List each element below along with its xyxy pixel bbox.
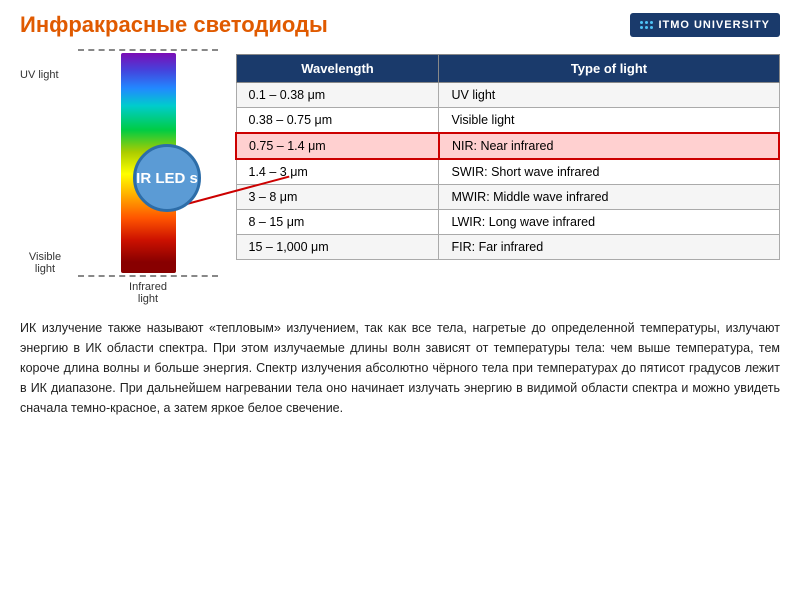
main-content: UV light Visiblelight Infraredlight IR L… <box>0 44 800 310</box>
wavelength-table: Wavelength Type of light 0.1 – 0.38 μmUV… <box>235 54 780 260</box>
infrared-label: Infraredlight <box>129 281 167 305</box>
table-header-type: Type of light <box>439 55 779 83</box>
cell-wavelength: 15 – 1,000 μm <box>236 235 439 260</box>
table-row: 8 – 15 μmLWIR: Long wave infrared <box>236 210 779 235</box>
table-section: Wavelength Type of light 0.1 – 0.38 μmUV… <box>235 49 780 305</box>
table-row: 1.4 – 3 μmSWIR: Short wave infrared <box>236 159 779 185</box>
page-title: Инфракрасные светодиоды <box>20 12 328 38</box>
cell-type: Visible light <box>439 108 779 134</box>
table-row: 0.38 – 0.75 μmVisible light <box>236 108 779 134</box>
ir-dashed-line <box>78 275 218 277</box>
body-paragraph: ИК излучение также называют «тепловым» и… <box>20 318 780 418</box>
itmo-logo: ITMO UNIVERSITY <box>630 13 780 37</box>
spectrum-labels: UV light Visiblelight <box>20 49 70 305</box>
uv-label: UV light <box>20 69 70 81</box>
cell-wavelength: 0.75 – 1.4 μm <box>236 133 439 159</box>
cell-wavelength: 3 – 8 μm <box>236 185 439 210</box>
spectrum-bar-container: Infraredlight IR LED s <box>78 49 218 305</box>
cell-wavelength: 8 – 15 μm <box>236 210 439 235</box>
cell-type: SWIR: Short wave infrared <box>439 159 779 185</box>
cell-type: UV light <box>439 83 779 108</box>
logo-dots-icon <box>640 21 653 29</box>
cell-type: NIR: Near infrared <box>439 133 779 159</box>
body-text: ИК излучение также называют «тепловым» и… <box>0 310 800 423</box>
spectrum-section: UV light Visiblelight Infraredlight IR L… <box>20 49 220 305</box>
cell-wavelength: 0.38 – 0.75 μm <box>236 108 439 134</box>
table-row: 3 – 8 μmMWIR: Middle wave infrared <box>236 185 779 210</box>
uv-dashed-line <box>78 49 218 51</box>
table-row: 0.1 – 0.38 μmUV light <box>236 83 779 108</box>
ir-led-label: IR LED s <box>136 170 198 187</box>
ir-led-bubble: IR LED s <box>133 144 201 212</box>
cell-type: MWIR: Middle wave infrared <box>439 185 779 210</box>
table-header-wavelength: Wavelength <box>236 55 439 83</box>
cell-type: LWIR: Long wave infrared <box>439 210 779 235</box>
logo-text: ITMO UNIVERSITY <box>658 19 770 31</box>
visible-label: Visiblelight <box>20 251 70 275</box>
cell-wavelength: 0.1 – 0.38 μm <box>236 83 439 108</box>
table-row: 0.75 – 1.4 μmNIR: Near infrared <box>236 133 779 159</box>
cell-type: FIR: Far infrared <box>439 235 779 260</box>
page-header: Инфракрасные светодиоды ITMO UNIVERSITY <box>0 0 800 44</box>
table-row: 15 – 1,000 μmFIR: Far infrared <box>236 235 779 260</box>
